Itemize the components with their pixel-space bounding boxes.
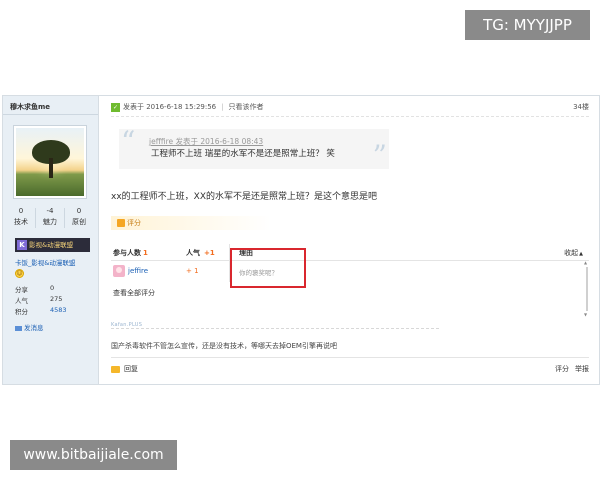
view-all-ratings-link[interactable]: 查看全部评分	[113, 288, 155, 298]
stat-original-label: 原创	[72, 218, 86, 226]
reply-label: 回复	[124, 365, 138, 373]
report-button[interactable]: 举报	[575, 365, 589, 373]
table-row: jeffire + 1 你的褒奖呢？	[111, 262, 589, 280]
collapse-button[interactable]: 收起▲	[564, 248, 583, 258]
smiley-icon: ☺	[15, 269, 24, 278]
popularity-label: 人气	[186, 249, 200, 257]
rate-bar: 评分	[111, 216, 271, 230]
author-divider	[3, 114, 98, 115]
group-badge-icon: K	[17, 240, 27, 250]
author-name[interactable]: 穆木求鱼me	[10, 102, 50, 112]
stat-charm-label: 魅力	[43, 218, 57, 226]
group-badge: K 影视&动漫联盟	[15, 238, 90, 252]
rate-bar-label: 评分	[127, 219, 141, 227]
scroll-up-icon[interactable]: ▲	[584, 260, 587, 265]
info-share-label: 分享	[15, 286, 28, 294]
meta-separator: |	[221, 103, 224, 111]
info-points-label: 积分	[15, 308, 28, 316]
quote-block: “ jefffire 发表于 2016-6-18 08:43 工程师不上班 瑞星…	[119, 125, 389, 172]
stat-charm[interactable]: -4 魅力	[36, 206, 64, 227]
stat-tech[interactable]: 0 技术	[7, 206, 35, 227]
stat-tech-label: 技术	[14, 218, 28, 226]
stat-tech-value: 0	[18, 207, 24, 215]
info-popularity-label: 人气	[15, 297, 28, 305]
post-meta: ✓ 发表于 2016-6-18 15:29:56 | 只看该作者	[111, 102, 263, 112]
watermark-bottom: www.bitbaijiale.com	[10, 440, 177, 470]
group-link[interactable]: 卡饭_影视&动漫联盟	[15, 257, 75, 267]
avatar[interactable]	[13, 125, 87, 199]
reply-button[interactable]: 回复	[111, 364, 138, 374]
stat-original[interactable]: 0 原创	[65, 206, 93, 227]
mail-icon	[15, 325, 22, 331]
info-popularity-value: 275	[50, 295, 63, 303]
rater-avatar[interactable]	[113, 265, 125, 277]
signature-text: 国产杀毒软件不管怎么宣传，还是没有技术，等哪天去掉OEM引擎再说吧	[111, 342, 337, 350]
post-content: xx的工程师不上班，XX的水军不是还是照常上班？是这个意思是吧	[111, 192, 377, 202]
only-author-link[interactable]: 只看该作者	[228, 103, 263, 111]
rater-score: + 1	[186, 267, 199, 275]
rater-username[interactable]: jeffire	[128, 267, 148, 275]
post-body: ✓ 发表于 2016-6-18 15:29:56 | 只看该作者 34楼 “ jeff…	[99, 96, 599, 384]
collapse-label: 收起	[564, 249, 579, 257]
participants-label: 参与人数	[113, 249, 141, 257]
header-divider	[111, 116, 589, 118]
quote-close-icon: ”	[372, 139, 387, 172]
rating-table-header: 参与人数 1 人气 +1 理由 收起▲	[111, 244, 589, 261]
reply-icon	[111, 365, 120, 373]
group-badge-label: 影视&动漫联盟	[29, 241, 74, 249]
avatar-image	[16, 128, 84, 196]
popularity-total: +1	[204, 249, 215, 257]
send-message-label: 发消息	[24, 324, 44, 332]
info-points: 积分 4583	[15, 306, 67, 316]
post-time: 发表于 2016-6-18 15:29:56	[123, 103, 217, 111]
info-points-value[interactable]: 4583	[50, 306, 67, 314]
scrollbar-track[interactable]	[586, 267, 588, 311]
floor-number[interactable]: 34楼	[573, 102, 589, 112]
post-actions: 评分 举报	[555, 364, 589, 374]
online-status-icon: ✓	[111, 102, 120, 112]
quote-header[interactable]: jefffire 发表于 2016-6-18 08:43	[149, 136, 263, 147]
info-share: 分享 0	[15, 284, 54, 294]
author-sidebar: 穆木求鱼me 0 技术 -4 魅力 0 原创 K 影视&动漫联盟 卡饭_影视&动…	[3, 96, 99, 384]
quote-open-icon: “	[121, 125, 136, 158]
scrollbar[interactable]: ▲ ▼	[584, 260, 589, 318]
author-stats: 0 技术 -4 魅力 0 原创	[7, 206, 93, 234]
rate-button[interactable]: 评分	[555, 365, 569, 373]
stat-original-value: 0	[76, 207, 82, 215]
scroll-down-icon[interactable]: ▼	[584, 312, 587, 317]
collapse-arrow-icon: ▲	[579, 251, 583, 257]
popularity-header: 人气 +1	[186, 248, 215, 258]
participants-count: 1	[143, 249, 148, 257]
watermark-top: TG: MYYJJPP	[465, 10, 590, 40]
info-share-value: 0	[50, 284, 55, 292]
participants-header: 参与人数 1	[113, 248, 148, 258]
forum-post: 穆木求鱼me 0 技术 -4 魅力 0 原创 K 影视&动漫联盟 卡饭_影视&动…	[2, 95, 600, 385]
send-message-link[interactable]: 发消息	[15, 322, 44, 332]
signature-divider	[111, 328, 439, 330]
quote-body: 工程师不上班 瑞星的水军不是还是照常上班？ 笑	[151, 149, 335, 159]
avatar-tree-trunk	[49, 158, 53, 178]
reason-highlight-box	[230, 248, 306, 288]
stat-charm-value: -4	[46, 207, 54, 215]
footer-divider	[111, 357, 589, 358]
info-popularity: 人气 275	[15, 295, 62, 305]
rate-icon	[117, 219, 125, 227]
